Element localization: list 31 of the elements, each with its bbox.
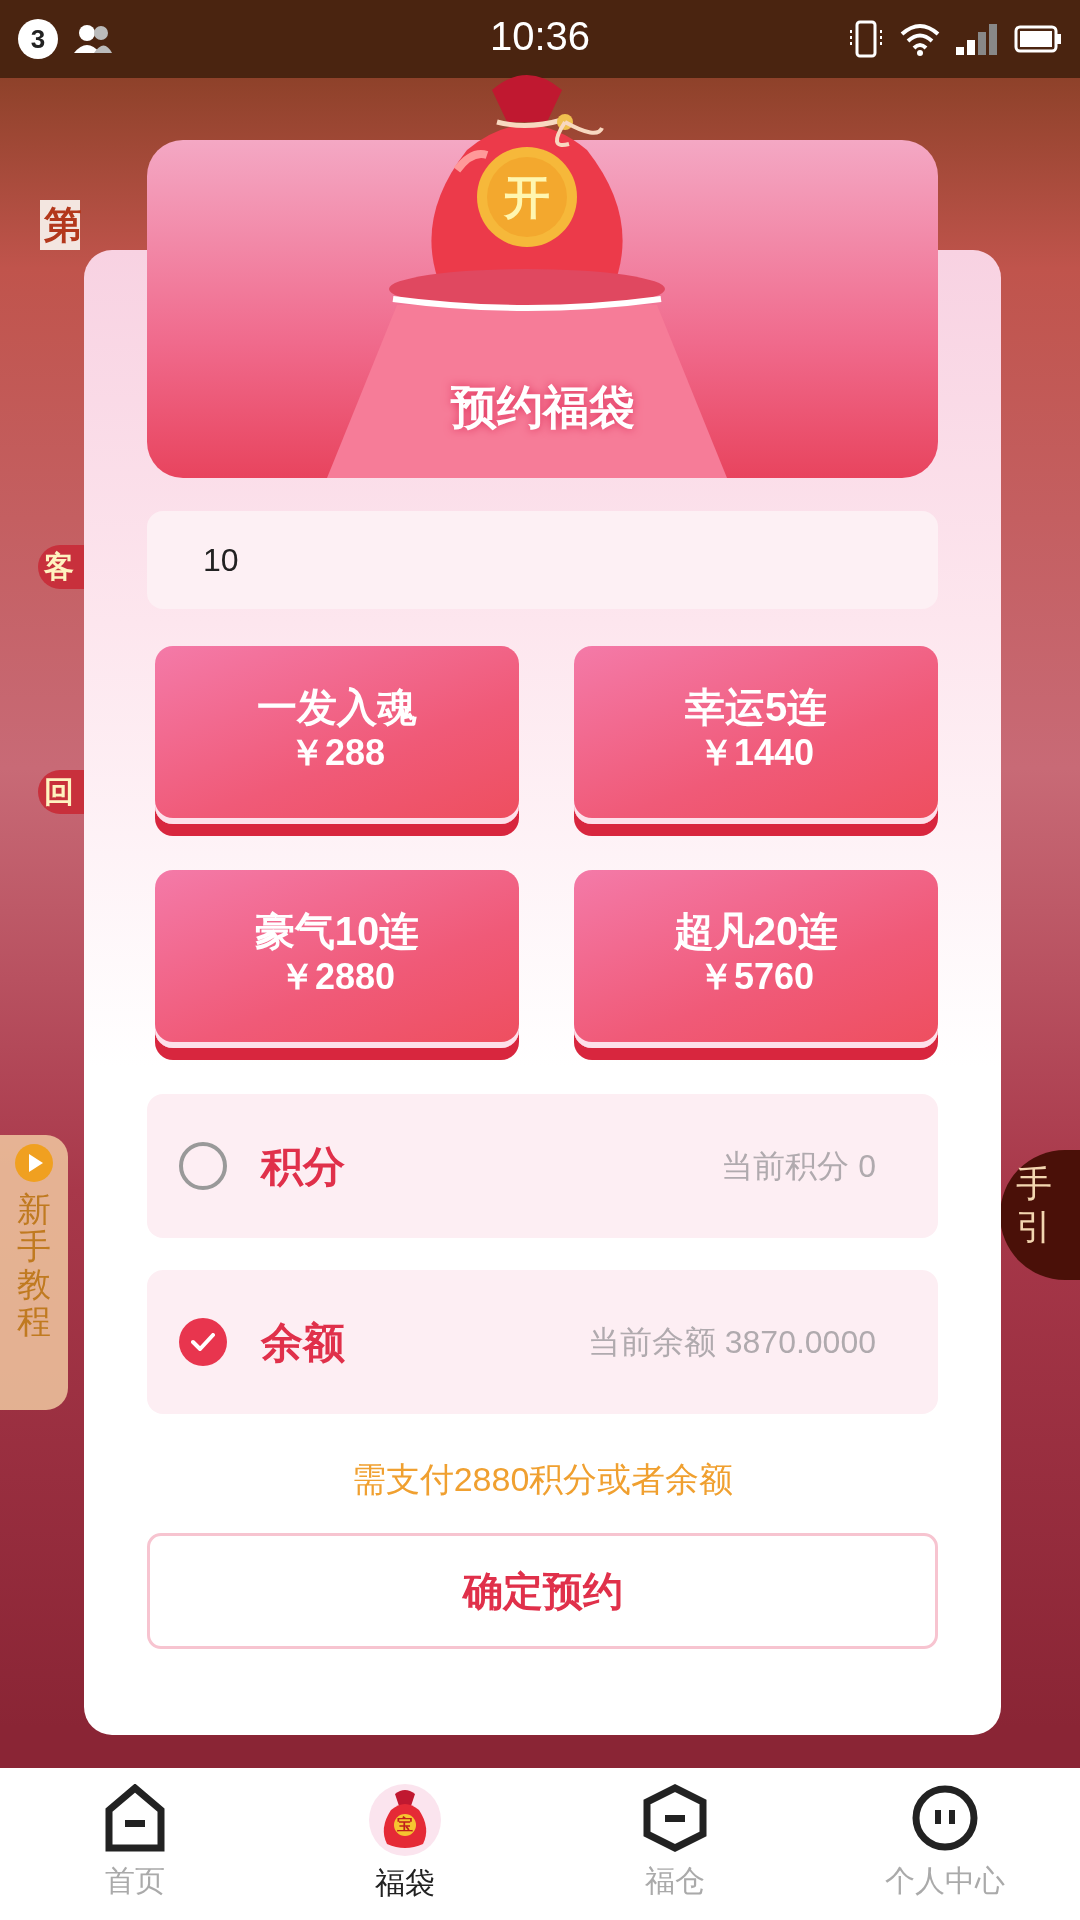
confirm-button[interactable]: 确定预约 [147, 1533, 938, 1649]
payment-option[interactable]: 积分 当前积分 0 [147, 1094, 938, 1238]
notification-count: 3 [18, 19, 58, 59]
contacts-icon [74, 23, 114, 55]
bag-icon: 宝 [369, 1784, 441, 1856]
hexagon-icon [641, 1784, 709, 1852]
payment-option[interactable]: 余额 当前余额 3870.0000 [147, 1270, 938, 1414]
battery-icon [1014, 25, 1062, 53]
coin-label: 开 [503, 170, 551, 225]
tab-item[interactable]: 宝 福袋 [270, 1768, 540, 1920]
face-icon [911, 1784, 979, 1852]
checked-radio[interactable] [179, 1318, 227, 1366]
quantity-field[interactable]: 10 [147, 511, 938, 609]
balance-text: 当前余额 3870.0000 [587, 1323, 876, 1362]
tab-item[interactable]: 福仓 [540, 1768, 810, 1920]
balance-text: 当前积分 0 [721, 1147, 876, 1186]
check-icon [191, 1333, 215, 1351]
payment-label: 积分 [261, 1141, 345, 1192]
radio-button[interactable] [179, 1142, 227, 1190]
wifi-icon [900, 22, 940, 56]
payment-note: 需支付2880积分或者余额 [350, 1459, 735, 1500]
tab-item[interactable]: 个人中心 [810, 1768, 1080, 1920]
status-time: 10:36 [489, 13, 591, 60]
guide-badge[interactable]: 手 引 [1000, 1150, 1080, 1280]
signal-icon [956, 23, 998, 55]
tab-item[interactable]: 首页 [0, 1768, 270, 1920]
tutorial-label: 新手教程 [17, 1191, 51, 1341]
play-icon [14, 1143, 54, 1183]
vibrate-icon [848, 20, 884, 58]
payment-label: 余额 [261, 1317, 345, 1368]
dialog-title: 预约福袋 [450, 380, 635, 435]
